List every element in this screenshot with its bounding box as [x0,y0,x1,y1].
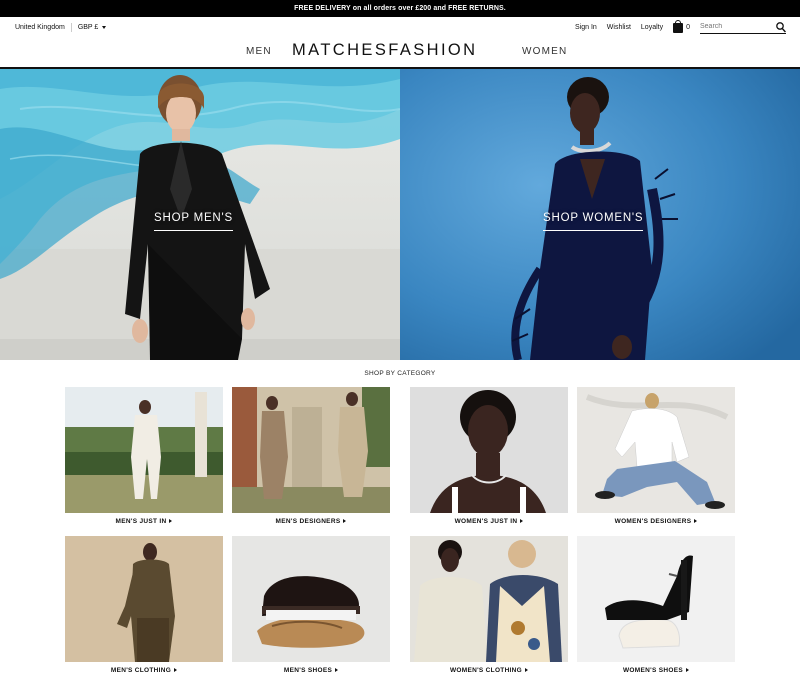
category-link[interactable]: WOMEN'S JUST IN [410,518,568,525]
nav-men[interactable]: MEN [246,46,272,57]
category-label: WOMEN'S CLOTHING [449,667,523,674]
bag-button[interactable]: 0 [673,19,690,33]
category-link[interactable]: WOMEN'S DESIGNERS [577,518,735,525]
chevron-down-icon [102,25,107,29]
bag-count: 0 [686,24,690,31]
currency-label: GBP £ [77,24,99,31]
arrow-right-icon [169,519,173,524]
category-image [577,387,735,513]
category-image [65,387,223,513]
category-image [577,536,735,662]
account-links: Sign In Wishlist Loyalty 0 [575,19,786,34]
locale-selector: United Kingdom GBP £ [15,23,107,32]
category-link[interactable]: MEN'S SHOES [232,667,390,674]
category-label: MEN'S SHOES [283,667,333,674]
category-link[interactable]: MEN'S DESIGNERS [232,518,390,525]
category-image [410,536,568,662]
search-box [700,21,786,34]
bag-icon [673,19,684,33]
shop-by-category-heading: SHOP BY CATEGORY [364,370,436,377]
category-tile[interactable]: WOMEN'S JUST IN [410,387,568,525]
category-tile[interactable]: WOMEN'S CLOTHING [410,536,568,674]
arrow-right-icon [685,668,689,673]
arrow-right-icon [343,519,347,524]
nav-women[interactable]: WOMEN [522,46,567,57]
category-label: WOMEN'S JUST IN [454,518,518,525]
cta-underline [154,230,233,231]
loyalty-link[interactable]: Loyalty [641,24,663,31]
search-icon[interactable] [776,22,786,33]
category-label: WOMEN'S SHOES [623,667,683,674]
shop-womens-label: SHOP WOMEN'S [543,212,644,224]
arrow-right-icon [520,519,524,524]
currency-selector[interactable]: GBP £ [78,24,107,31]
shop-womens-cta[interactable]: SHOP WOMEN'S [543,212,644,231]
category-label: MEN'S JUST IN [115,518,167,525]
promo-banner[interactable]: FREE DELIVERY on all orders over £200 an… [0,0,800,17]
category-image [410,387,568,513]
main-nav: MEN MATCHESFASHION WOMEN [0,37,800,67]
category-link[interactable]: WOMEN'S SHOES [577,667,735,674]
category-image [65,536,223,662]
category-label: MEN'S DESIGNERS [275,518,341,525]
category-link[interactable]: MEN'S CLOTHING [65,667,223,674]
arrow-right-icon [335,668,339,673]
search-input[interactable] [700,21,770,30]
category-label: MEN'S CLOTHING [110,667,172,674]
hero-women-panel[interactable]: SHOP WOMEN'S [400,69,800,360]
category-tile[interactable]: MEN'S JUST IN [65,387,223,525]
category-link[interactable]: MEN'S JUST IN [65,518,223,525]
utility-bar: United Kingdom GBP £ Sign In Wishlist Lo… [0,17,800,37]
site-logo[interactable]: MATCHESFASHION [292,41,477,60]
arrow-right-icon [694,519,698,524]
category-image [232,536,390,662]
category-tile[interactable]: WOMEN'S DESIGNERS [577,387,735,525]
category-tile[interactable]: MEN'S DESIGNERS [232,387,390,525]
category-label: WOMEN'S DESIGNERS [614,518,692,525]
shop-mens-label: SHOP MEN'S [154,212,233,224]
divider [70,23,72,32]
cta-underline [543,230,644,231]
wishlist-link[interactable]: Wishlist [607,24,631,31]
category-image [232,387,390,513]
sign-in-link[interactable]: Sign In [575,24,597,31]
hero-men-panel[interactable]: SHOP MEN'S [0,69,400,360]
category-tile[interactable]: WOMEN'S SHOES [577,536,735,674]
arrow-right-icon [174,668,178,673]
arrow-right-icon [525,668,529,673]
category-tile[interactable]: MEN'S CLOTHING [65,536,223,674]
category-link[interactable]: WOMEN'S CLOTHING [410,667,568,674]
shop-mens-cta[interactable]: SHOP MEN'S [154,212,233,231]
country-selector[interactable]: United Kingdom [15,24,65,31]
category-tile[interactable]: MEN'S SHOES [232,536,390,674]
